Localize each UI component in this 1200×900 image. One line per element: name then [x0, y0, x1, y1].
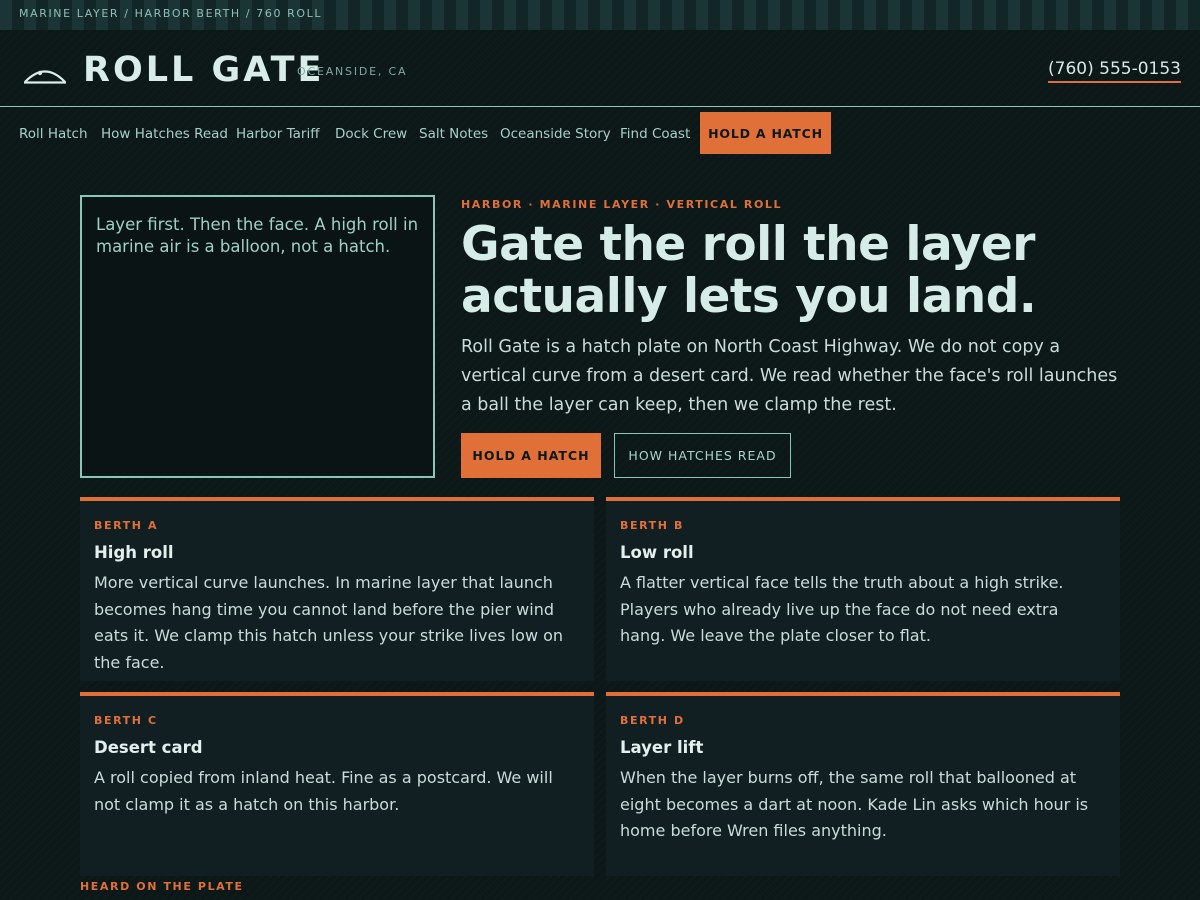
card-title: Desert card — [94, 738, 203, 757]
top-breadcrumb-strip: MARINE LAYER / HARBOR BERTH / 760 ROLL — [0, 0, 1200, 30]
phone-link[interactable]: (760) 555-0153 — [1048, 59, 1181, 83]
card-body: A flatter vertical face tells the truth … — [620, 573, 1064, 645]
main-nav: Roll Hatch How Hatches Read Harbor Tarif… — [0, 112, 1200, 154]
berth-card: BERTH A High roll More vertical curve la… — [80, 497, 594, 681]
card-title: Low roll — [620, 543, 694, 562]
nav-item-roll-hatch[interactable]: Roll Hatch — [19, 126, 88, 142]
dome-roll-logo-icon[interactable] — [23, 65, 67, 85]
hero-quote-box: Layer first. Then the face. A high roll … — [80, 195, 435, 478]
hero-headline: Gate the roll the layer actually lets yo… — [461, 217, 1037, 324]
location-label: OCEANSIDE, CA — [297, 65, 408, 78]
nav-item-find-coast[interactable]: Find Coast — [620, 126, 690, 142]
nav-hold-hatch-button[interactable]: HOLD A HATCH — [700, 112, 831, 154]
nav-item-oceanside-story[interactable]: Oceanside Story — [500, 126, 611, 142]
berth-card: BERTH D Layer lift When the layer burns … — [606, 692, 1120, 876]
breadcrumb: MARINE LAYER / HARBOR BERTH / 760 ROLL — [19, 7, 323, 20]
hero-eyebrow: HARBOR · MARINE LAYER · VERTICAL ROLL — [461, 198, 783, 211]
nav-item-harbor-tariff[interactable]: Harbor Tariff — [236, 126, 320, 142]
section-label-heard-on-plate: HEARD ON THE PLATE — [80, 880, 244, 893]
berth-card: BERTH B Low roll A flatter vertical face… — [606, 497, 1120, 681]
hero-quote: Layer first. Then the face. A high roll … — [96, 215, 419, 256]
card-tag: BERTH A — [94, 519, 159, 532]
nav-item-how-hatches-read[interactable]: How Hatches Read — [101, 126, 228, 142]
nav-item-salt-notes[interactable]: Salt Notes — [419, 126, 488, 142]
card-body: More vertical curve launches. In marine … — [94, 573, 564, 672]
nav-item-dock-crew[interactable]: Dock Crew — [335, 126, 407, 142]
card-body: When the layer burns off, the same roll … — [620, 768, 1089, 840]
card-body: A roll copied from inland heat. Fine as … — [94, 768, 553, 814]
card-tag: BERTH D — [620, 714, 685, 727]
hero-lede: Roll Gate is a hatch plate on North Coas… — [461, 337, 1118, 415]
hold-hatch-button[interactable]: HOLD A HATCH — [461, 433, 601, 478]
brand-name[interactable]: ROLL GATE — [83, 50, 324, 90]
site-header: ROLL GATE OCEANSIDE, CA (760) 555-0153 — [0, 30, 1200, 107]
card-tag: BERTH C — [94, 714, 158, 727]
berth-card: BERTH C Desert card A roll copied from i… — [80, 692, 594, 876]
card-tag: BERTH B — [620, 519, 684, 532]
card-title: Layer lift — [620, 738, 704, 757]
card-title: High roll — [94, 543, 174, 562]
how-hatches-read-button[interactable]: HOW HATCHES READ — [614, 433, 791, 478]
